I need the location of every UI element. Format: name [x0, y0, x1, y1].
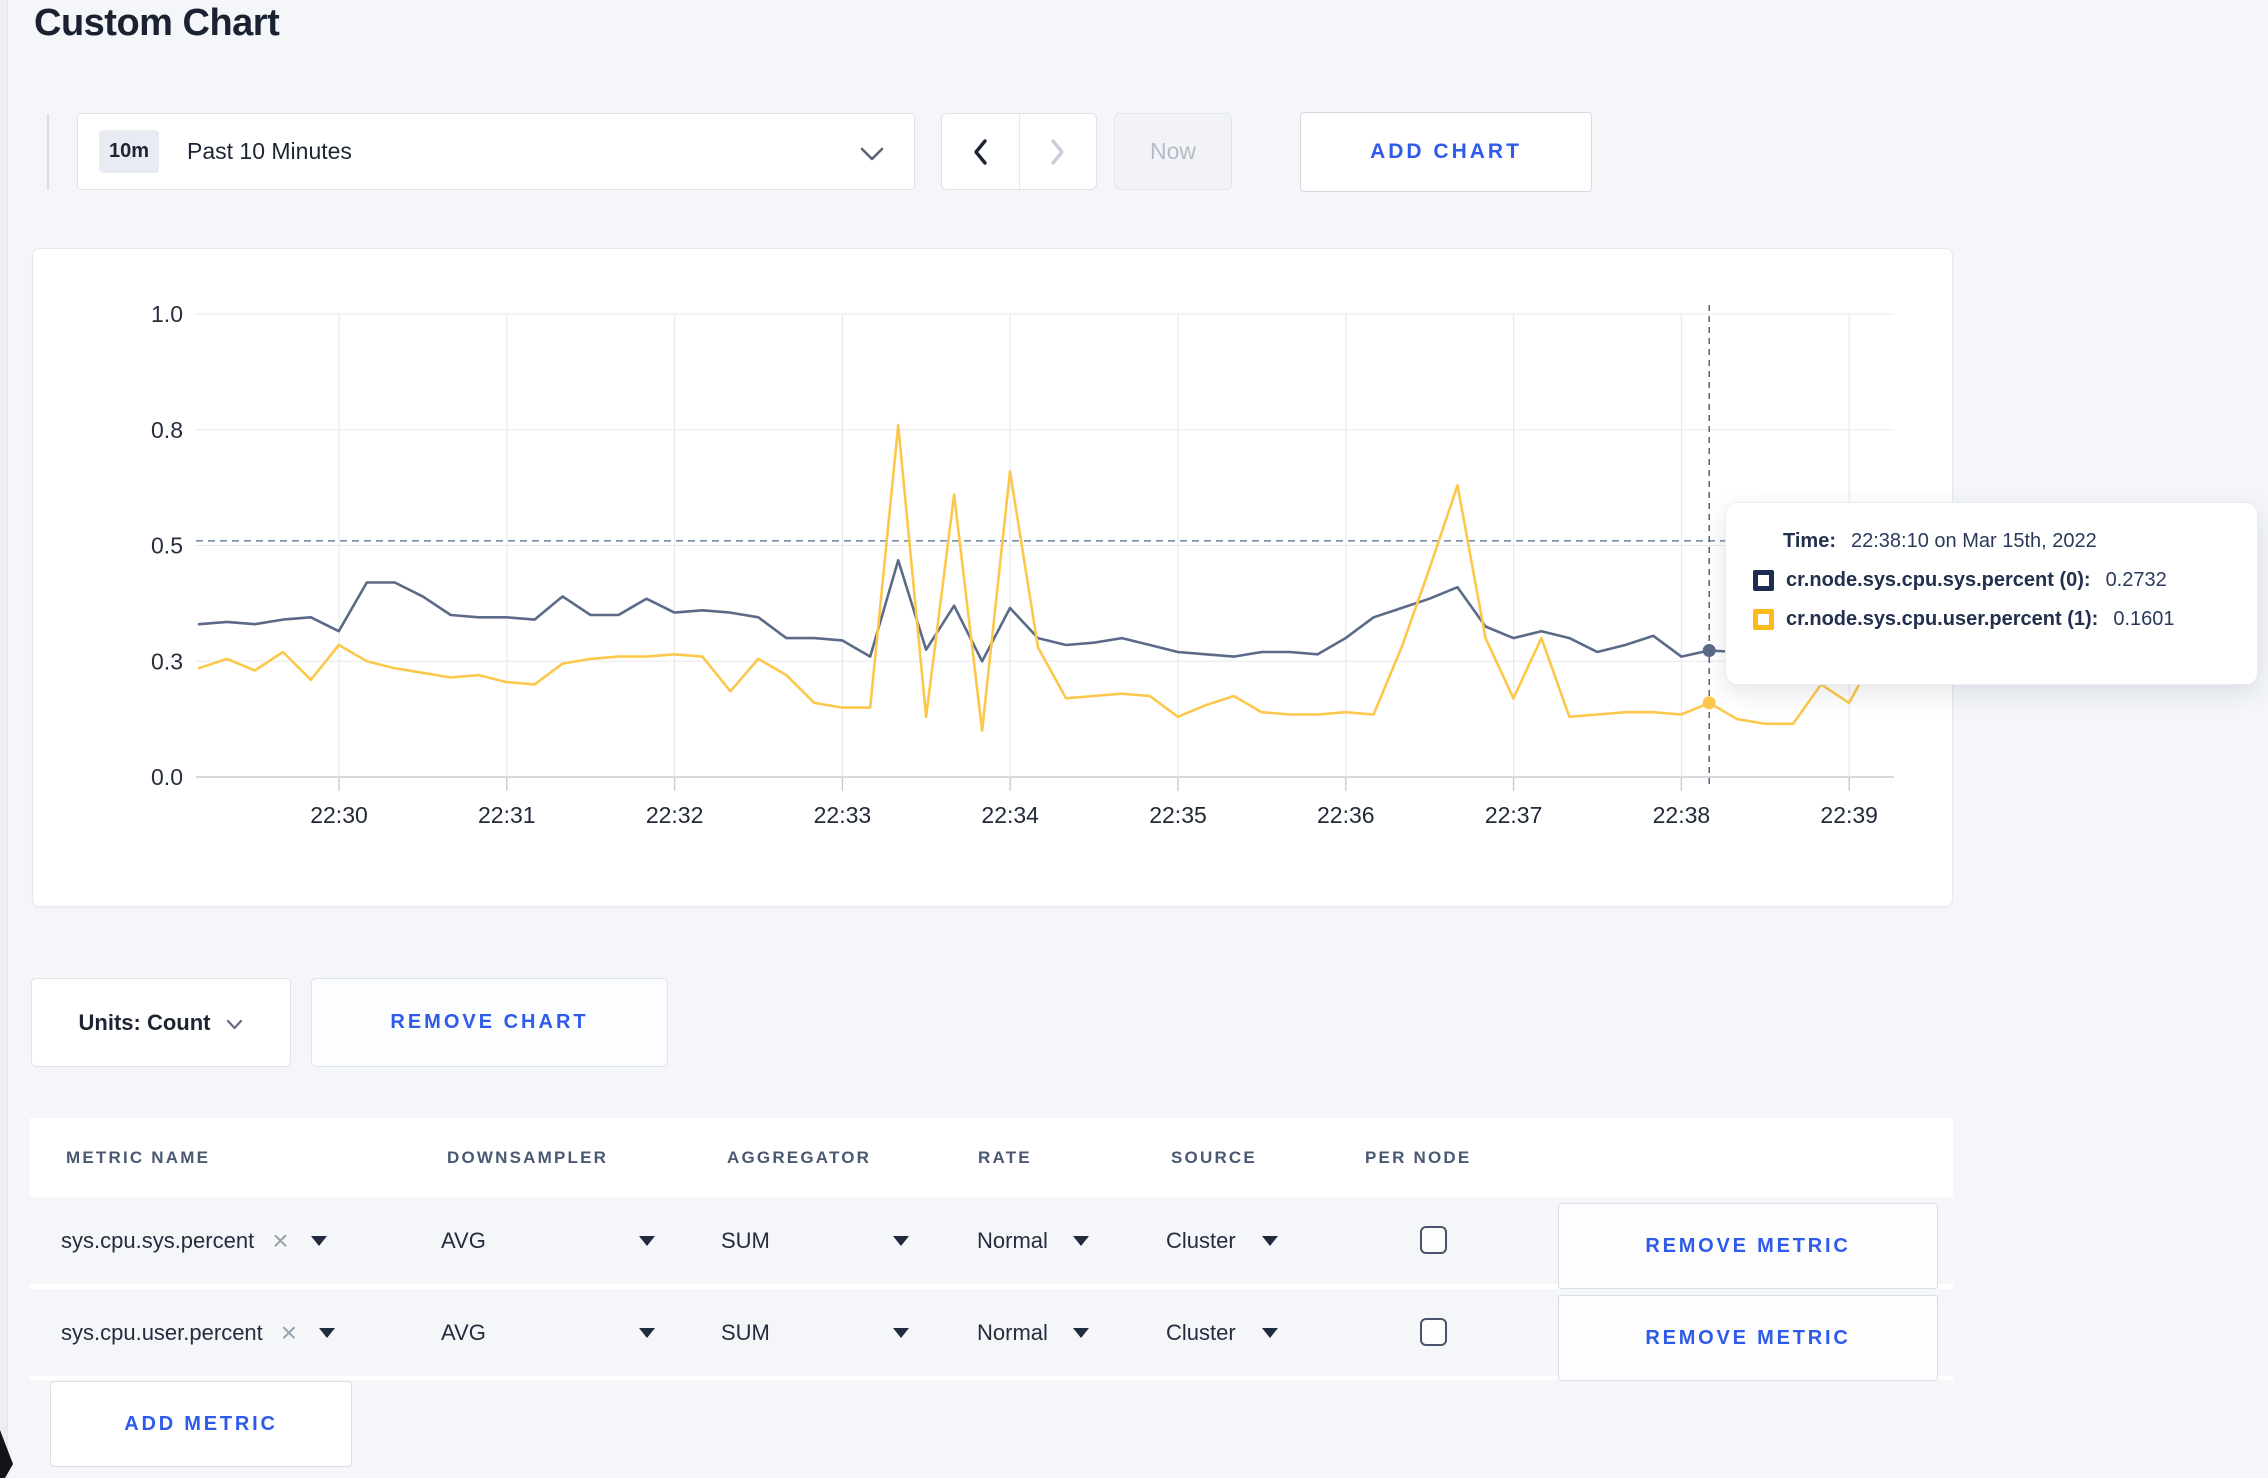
- downsampler-select[interactable]: AVG: [441, 1289, 655, 1376]
- caret-down-icon: [310, 1235, 327, 1246]
- cpu-percent-line-chart[interactable]: 0.0 0.3 0.5 0.8 1.0 22:30 22:31 22:32 22:33 22:34…: [33, 249, 1954, 908]
- add-chart-button[interactable]: ADD CHART: [1300, 112, 1592, 192]
- clear-metric-icon[interactable]: ×: [272, 1226, 288, 1255]
- caret-down-icon: [1262, 1235, 1278, 1246]
- svg-text:22:37: 22:37: [1485, 802, 1543, 828]
- svg-text:1.0: 1.0: [151, 301, 183, 327]
- page-title: Custom Chart: [34, 2, 280, 44]
- time-window-select[interactable]: 10m Past 10 Minutes: [77, 113, 915, 190]
- cursor-artifact: [0, 1430, 13, 1478]
- caret-down-icon: [319, 1327, 336, 1338]
- header-per-node: PER NODE: [1365, 1148, 1472, 1167]
- rate-select[interactable]: Normal: [977, 1197, 1089, 1284]
- page-left-gutter: [0, 0, 8, 1478]
- aggregator-select[interactable]: SUM: [721, 1197, 909, 1284]
- metric-name-select[interactable]: sys.cpu.user.percent ×: [61, 1289, 336, 1376]
- series-user-swatch-icon: [1753, 609, 1774, 630]
- svg-text:22:38: 22:38: [1653, 802, 1711, 828]
- chart-tooltip: Time: 22:38:10 on Mar 15th, 2022 cr.node…: [1725, 502, 2258, 685]
- header-aggregator: AGGREGATOR: [727, 1148, 872, 1167]
- metric-name-select[interactable]: sys.cpu.sys.percent ×: [61, 1197, 327, 1284]
- metrics-table-header: METRIC NAME DOWNSAMPLER AGGREGATOR RATE …: [30, 1118, 1953, 1197]
- svg-text:22:39: 22:39: [1820, 802, 1878, 828]
- svg-text:22:35: 22:35: [1149, 802, 1207, 828]
- header-rate: RATE: [978, 1148, 1032, 1167]
- svg-text:0.8: 0.8: [151, 417, 183, 443]
- svg-text:22:36: 22:36: [1317, 802, 1375, 828]
- caret-down-icon: [1073, 1235, 1089, 1246]
- caret-down-icon: [893, 1327, 909, 1338]
- units-label: Units: Count: [78, 1009, 211, 1035]
- custom-chart-page: Custom Chart 10m Past 10 Minutes Now ADD…: [0, 0, 2268, 1478]
- caret-down-icon: [893, 1235, 909, 1246]
- time-forward-button[interactable]: [1020, 114, 1097, 189]
- per-node-checkbox[interactable]: [1420, 1318, 1447, 1346]
- chart-card: 0.0 0.3 0.5 0.8 1.0 22:30 22:31 22:32 22:33 22:34…: [32, 248, 2258, 908]
- remove-chart-button[interactable]: REMOVE CHART: [311, 978, 668, 1067]
- per-node-checkbox[interactable]: [1420, 1226, 1447, 1254]
- svg-text:22:34: 22:34: [981, 802, 1039, 828]
- now-button[interactable]: Now: [1114, 113, 1232, 190]
- svg-text:22:30: 22:30: [310, 802, 368, 828]
- svg-text:22:31: 22:31: [478, 802, 536, 828]
- caret-down-icon: [1073, 1327, 1089, 1338]
- header-metric-name: METRIC NAME: [66, 1148, 211, 1167]
- svg-text:0.5: 0.5: [151, 533, 183, 559]
- svg-text:0.0: 0.0: [151, 764, 183, 790]
- units-select[interactable]: Units: Count: [31, 978, 291, 1067]
- tooltip-user-name: cr.node.sys.cpu.user.percent (1):: [1786, 608, 2099, 630]
- add-metric-button[interactable]: ADD METRIC: [50, 1381, 352, 1467]
- tooltip-user-value: 0.1601: [2113, 608, 2175, 630]
- downsampler-select[interactable]: AVG: [441, 1197, 655, 1284]
- chevron-down-icon: [227, 1019, 243, 1030]
- time-window-badge: 10m: [99, 130, 159, 173]
- time-window-label: Past 10 Minutes: [187, 138, 352, 164]
- tooltip-sys-value: 0.2732: [2105, 569, 2167, 591]
- tooltip-time-value: 22:38:10 on Mar 15th, 2022: [1850, 530, 2097, 552]
- caret-down-icon: [639, 1327, 655, 1338]
- tooltip-time-label: Time:: [1783, 530, 1836, 552]
- caret-down-icon: [1262, 1327, 1278, 1338]
- time-nav-group: [941, 113, 1097, 190]
- header-downsampler: DOWNSAMPLER: [447, 1148, 609, 1167]
- remove-metric-button-0[interactable]: REMOVE METRIC: [1558, 1203, 1938, 1289]
- svg-text:22:32: 22:32: [646, 802, 704, 828]
- clear-metric-icon[interactable]: ×: [281, 1318, 297, 1347]
- remove-metric-button-1[interactable]: REMOVE METRIC: [1558, 1295, 1938, 1381]
- caret-down-icon: [639, 1235, 655, 1246]
- chevron-left-icon: [974, 138, 987, 165]
- source-select[interactable]: Cluster: [1166, 1197, 1278, 1284]
- series-sys-swatch-icon: [1753, 570, 1774, 591]
- chevron-down-icon: [860, 147, 884, 161]
- time-back-button[interactable]: [942, 114, 1020, 189]
- svg-text:0.3: 0.3: [151, 648, 183, 674]
- aggregator-select[interactable]: SUM: [721, 1289, 909, 1376]
- rate-select[interactable]: Normal: [977, 1289, 1089, 1376]
- svg-text:22:33: 22:33: [814, 802, 872, 828]
- source-select[interactable]: Cluster: [1166, 1289, 1278, 1376]
- chevron-right-icon: [1051, 138, 1064, 165]
- tooltip-sys-name: cr.node.sys.cpu.sys.percent (0):: [1786, 569, 2091, 591]
- toolbar-divider: [47, 114, 49, 190]
- header-source: SOURCE: [1171, 1148, 1257, 1167]
